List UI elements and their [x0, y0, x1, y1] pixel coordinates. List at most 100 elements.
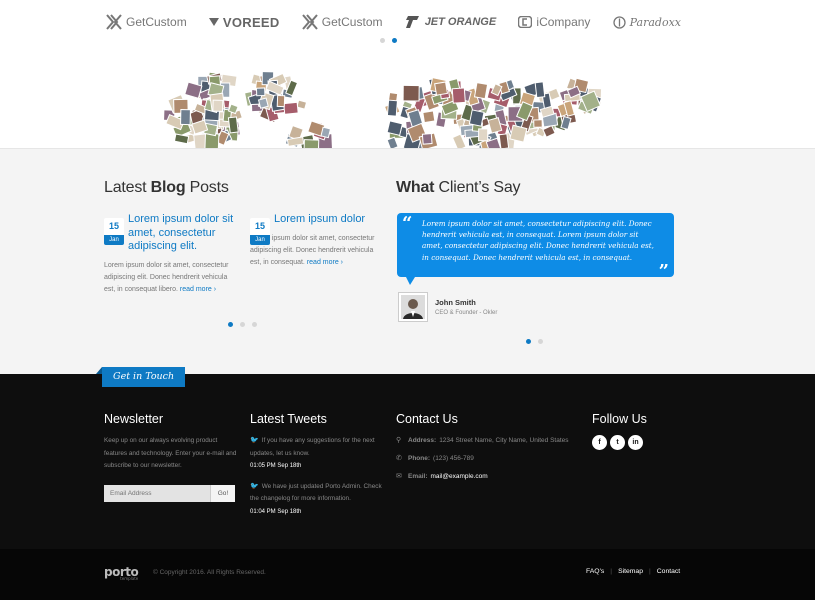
read-more-link[interactable]: read more ›	[180, 286, 216, 293]
circle-mark-icon	[612, 15, 626, 29]
get-in-touch-ribbon: Get in Touch	[96, 367, 186, 387]
jet-mark-icon	[405, 16, 419, 28]
contact-phone: ✆ Phone: (123) 456-789	[396, 453, 576, 463]
phone-label: Phone:	[408, 454, 431, 462]
carousel-dot[interactable]	[380, 38, 385, 43]
carousel-dot-active[interactable]	[526, 339, 531, 344]
tweets-column: Latest Tweets 🐦 If you have any suggestio…	[250, 412, 385, 526]
client-logo-label: VOREED	[222, 14, 280, 30]
footer-link-faq[interactable]: FAQ's	[586, 568, 604, 575]
newsletter-title: Newsletter	[104, 412, 164, 426]
follow-title: Follow Us	[592, 412, 647, 426]
twitter-icon: 🐦	[250, 482, 259, 490]
email-label: Email:	[408, 472, 428, 480]
footer-link-contact[interactable]: Contact	[657, 568, 680, 575]
post-date-month: Jan	[250, 235, 270, 245]
author-name: John Smith	[435, 298, 476, 307]
newsletter-column: Newsletter Keep up on our always evolvin…	[104, 412, 239, 502]
author-role: CEO & Founder - Okler	[435, 310, 498, 316]
tweet-item: 🐦 If you have any suggestions for the nex…	[250, 435, 385, 473]
social-icons: f t in	[592, 435, 647, 450]
email-field[interactable]	[104, 484, 210, 502]
tweet-time[interactable]: 01:04 PM Sep 18th	[250, 506, 385, 519]
post-date: 15 Jan	[250, 218, 270, 245]
address-label: Address:	[408, 436, 437, 444]
contact-title: Contact Us	[396, 412, 458, 426]
subscribe-button[interactable]: Go!	[210, 484, 235, 502]
testimonial-quote-text: Lorem ipsum dolor sit amet, consectetur …	[422, 219, 654, 262]
client-logo-getcustom-1[interactable]: GetCustom	[106, 12, 187, 32]
footer: Get in Touch Newsletter Keep up on our a…	[0, 367, 815, 549]
envelope-icon: ✉	[396, 473, 402, 480]
porto-logo[interactable]: porto template	[104, 565, 139, 581]
blog-section-title: Latest Blog Posts	[104, 179, 229, 196]
clients-carousel-dots	[380, 38, 397, 43]
ribbon-label: Get in Touch	[102, 367, 186, 387]
testimonial-section-title: What Client’s Say	[396, 179, 521, 196]
world-map-collage	[163, 71, 603, 148]
post-title-link[interactable]: Lorem ipsum dolor	[274, 213, 382, 227]
divider: |	[610, 568, 613, 575]
facebook-icon[interactable]: f	[592, 435, 607, 450]
divider: |	[649, 568, 651, 575]
v-mark-icon	[208, 18, 219, 26]
x-mark-icon	[302, 14, 318, 30]
carousel-dot-active[interactable]	[228, 322, 233, 327]
footer-link-sitemap[interactable]: Sitemap	[618, 568, 643, 575]
read-more-link[interactable]: read more ›	[307, 259, 343, 266]
c-mark-icon	[518, 16, 533, 28]
quote-tail	[406, 277, 415, 285]
client-logos: GetCustom VOREED GetCustom JET ORANGE iC…	[106, 12, 681, 32]
copyright-bar: porto template © Copyright 2016. All Righ…	[0, 549, 815, 600]
person-icon	[401, 295, 425, 319]
client-logo-voreed[interactable]: VOREED	[208, 12, 280, 32]
phone-icon: ✆	[396, 455, 402, 462]
post-date: 15 Jan	[104, 218, 124, 245]
carousel-dot[interactable]	[252, 322, 257, 327]
tweet-item: 🐦 We have just updated Porto Admin. Check…	[250, 481, 385, 519]
newsletter-form: Go!	[104, 484, 239, 502]
email-link[interactable]: mail@example.com	[431, 473, 488, 480]
phone-value: (123) 456-789	[433, 454, 474, 462]
blog-post: 15 Jan Lorem ipsum dolor Lorem ipsum dol…	[250, 213, 382, 269]
quote-open-icon: “	[402, 213, 413, 234]
tweet-time[interactable]: 01:05 PM Sep 18th	[250, 460, 385, 473]
client-logo-jet-orange[interactable]: JET ORANGE	[405, 12, 497, 32]
copyright-text: © Copyright 2016. All Rights Reserved.	[153, 569, 266, 576]
address-value: 1234 Street Name, City Name, United Stat…	[439, 436, 569, 444]
map-marker-icon: ⚲	[396, 437, 402, 444]
avatar	[398, 292, 428, 322]
linkedin-icon[interactable]: in	[628, 435, 643, 450]
post-date-day: 15	[104, 218, 124, 235]
testimonial-carousel-dots	[526, 339, 543, 344]
clients-section: GetCustom VOREED GetCustom JET ORANGE iC…	[0, 0, 815, 148]
newsletter-text: Keep up on our always evolving product f…	[104, 437, 237, 469]
client-logo-paradoxx[interactable]: Paradoxx	[612, 12, 681, 32]
carousel-dot-active[interactable]	[392, 38, 397, 43]
footer-nav: FAQ's | Sitemap | Contact	[586, 568, 680, 575]
twitter-icon[interactable]: t	[610, 435, 625, 450]
client-logo-label: GetCustom	[126, 15, 187, 29]
tweet-text: We have just updated Porto Admin. Check …	[250, 482, 382, 503]
twitter-icon: 🐦	[250, 437, 259, 444]
contact-column: Contact Us ⚲ Address: 1234 Street Name, …	[396, 412, 576, 489]
follow-column: Follow Us f t in	[592, 412, 647, 450]
tweets-title: Latest Tweets	[250, 412, 327, 426]
client-logo-label: iCompany	[536, 15, 591, 29]
client-logo-getcustom-2[interactable]: GetCustom	[302, 12, 382, 32]
testimonial-quote-box: “ Lorem ipsum dolor sit amet, consectetu…	[397, 213, 674, 285]
carousel-dot[interactable]	[538, 339, 543, 344]
blog-post: 15 Jan Lorem ipsum dolor sit amet, conse…	[104, 213, 236, 296]
contact-address: ⚲ Address: 1234 Street Name, City Name, …	[396, 435, 576, 445]
testimonial-author: John Smith CEO & Founder - Okler	[398, 292, 497, 322]
contact-email: ✉ Email: mail@example.com	[396, 471, 576, 481]
carousel-dot[interactable]	[240, 322, 245, 327]
post-excerpt: Lorem ipsum dolor sit amet, consectetur …	[104, 260, 236, 296]
client-logo-label: JET ORANGE	[424, 16, 497, 28]
blog-testimonial-section: Latest Blog Posts 15 Jan Lorem ipsum dol…	[0, 148, 815, 374]
blog-carousel-dots	[228, 322, 257, 327]
x-mark-icon	[106, 14, 122, 30]
post-date-month: Jan	[104, 235, 124, 245]
client-logo-icompany[interactable]: iCompany	[518, 12, 590, 32]
post-title-link[interactable]: Lorem ipsum dolor sit amet, consectetur …	[128, 213, 236, 254]
